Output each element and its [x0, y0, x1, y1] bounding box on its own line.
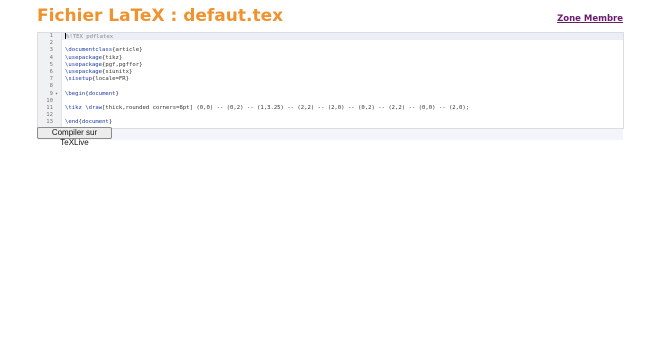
keyword-token: \end	[65, 119, 79, 126]
line-number: 2	[49, 40, 53, 47]
line-number: 1	[49, 33, 53, 39]
line-number: 10	[46, 97, 53, 104]
code-line[interactable]: 4 \usepackage{tikz}	[38, 55, 623, 62]
page-title: Fichier LaTeX : defaut.tex	[37, 6, 284, 26]
line-code: \sisetup{locale=FR}	[65, 76, 129, 83]
line-number: 5	[49, 61, 53, 68]
text-token: {pgf,pgffor}	[102, 61, 143, 68]
text-token: {locale=FR}	[91, 76, 129, 83]
line-number: 13	[46, 119, 53, 126]
keyword-token: \draw	[85, 104, 103, 111]
code-editor[interactable]: 1 %!TEX pdflatex 2 3 \documentclass{article}…	[37, 32, 624, 129]
line-code: \usepackage{tikz}	[65, 55, 122, 62]
line-number: 9	[49, 90, 53, 97]
line-number: 3	[49, 47, 53, 54]
line-number: 6	[49, 68, 53, 75]
line-number: 4	[49, 54, 53, 61]
code-line[interactable]: 12	[38, 112, 623, 119]
keyword-token: \documentclass	[65, 47, 113, 54]
line-number: 11	[46, 104, 53, 111]
line-number: 8	[49, 83, 53, 90]
text-token: [thick,rounded corners=8pt] (0,0) -- (0,…	[102, 104, 470, 111]
code-line[interactable]: 8	[38, 83, 623, 90]
code-line[interactable]: 9 ▾ \begin{document}	[38, 91, 623, 98]
code-line[interactable]: 11 \tikz \draw[thick,rounded corners=8pt]…	[38, 105, 623, 112]
fold-toggle-icon[interactable]: ▾	[55, 91, 58, 98]
keyword-token: \tikz	[65, 104, 82, 111]
code-line[interactable]: 13 \end{document}	[38, 119, 623, 126]
keyword-token: \begin	[65, 90, 86, 97]
line-code: \end{document}	[65, 119, 112, 126]
line-code: \begin{document}	[65, 91, 119, 98]
line-code: \tikz \draw[thick,rounded corners=8pt] (…	[65, 105, 469, 112]
line-number: 7	[49, 76, 53, 83]
page: Fichier LaTeX : defaut.tex Zone Membre 1…	[0, 0, 649, 349]
keyword-token: \usepackage	[65, 54, 103, 61]
keyword-token: \usepackage	[65, 61, 103, 68]
code-line[interactable]: 7 \sisetup{locale=FR}	[38, 76, 623, 83]
code-line[interactable]: 1 %!TEX pdflatex	[38, 33, 623, 40]
compile-button[interactable]: Compiler sur TeXLive	[37, 127, 112, 147]
line-code: \usepackage{pgf,pgffor}	[65, 62, 142, 69]
text-token: {tikz}	[102, 54, 123, 61]
keyword-token: document	[81, 119, 109, 126]
code-line[interactable]: 3 \documentclass{article}	[38, 47, 623, 54]
keyword-token: \usepackage	[65, 68, 103, 75]
line-code: \usepackage{siunitx}	[65, 69, 132, 76]
comment-token: %!TEX pdflatex	[66, 34, 114, 40]
text-token: }	[108, 119, 113, 126]
text-token: {siunitx}	[102, 68, 133, 75]
text-token: {article}	[112, 47, 143, 54]
line-number: 12	[46, 112, 53, 119]
code-line[interactable]: 6 \usepackage{siunitx}	[38, 69, 623, 76]
code-line[interactable]: 2	[38, 40, 623, 47]
zone-membre-link[interactable]: Zone Membre	[557, 14, 623, 24]
text-token: }	[115, 90, 119, 97]
code-line[interactable]: 10	[38, 98, 623, 105]
editor-lines[interactable]: 1 %!TEX pdflatex 2 3 \documentclass{article}…	[38, 33, 623, 126]
code-line[interactable]: 5 \usepackage{pgf,pgffor}	[38, 62, 623, 69]
keyword-token: \sisetup	[65, 76, 92, 83]
keyword-token: document	[88, 90, 116, 97]
line-code: \documentclass{article}	[65, 47, 142, 54]
